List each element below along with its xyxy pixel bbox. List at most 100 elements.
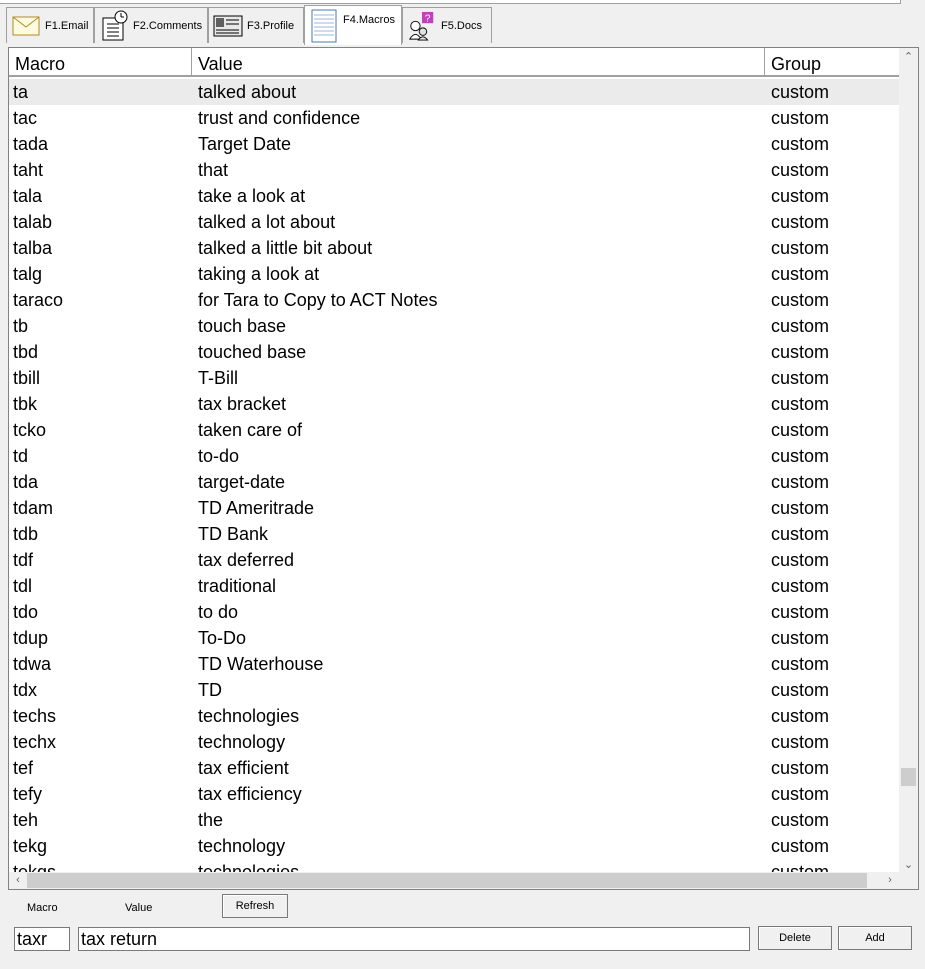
grid-header: Macro Value Group [9, 48, 899, 77]
top-edge [0, 0, 901, 4]
tab-docs[interactable]: ? F5.Docs [402, 7, 492, 43]
cell-macro: techx [13, 732, 57, 752]
cell-value: technologies [198, 706, 300, 726]
cell-macro: tbd [13, 342, 39, 362]
cell-value: tax deferred [198, 550, 295, 570]
column-header-group[interactable]: Group [765, 48, 899, 75]
table-row[interactable]: techx technology custom [9, 729, 899, 755]
table-row[interactable]: tdf tax deferred custom [9, 547, 899, 573]
scroll-right-icon[interactable]: › [881, 872, 899, 889]
table-row[interactable]: tada Target Date custom [9, 131, 899, 157]
cell-value: that [198, 160, 229, 180]
refresh-button[interactable]: Refresh [222, 894, 288, 918]
table-row[interactable]: tdup To-Do custom [9, 625, 899, 651]
cell-macro: tda [13, 472, 39, 492]
profile-card-icon [213, 11, 243, 41]
table-row[interactable]: tdb TD Bank custom [9, 521, 899, 547]
cell-macro: ta [13, 82, 29, 102]
cell-group: custom [771, 82, 830, 102]
cell-value: traditional [198, 576, 277, 596]
macro-input[interactable] [14, 927, 70, 951]
cell-value: talked a little bit about [198, 238, 373, 258]
cell-macro: talab [13, 212, 53, 232]
cell-value: tax efficiency [198, 784, 302, 804]
cell-value: TD Bank [198, 524, 269, 544]
table-row[interactable]: tala take a look at custom [9, 183, 899, 209]
cell-macro: tdf [13, 550, 34, 570]
macro-label: Macro [27, 902, 58, 914]
cell-value: touched base [198, 342, 307, 362]
horizontal-scrollbar[interactable]: ‹ › [9, 872, 899, 889]
table-row[interactable]: talba talked a little bit about custom [9, 235, 899, 261]
cell-value: tax efficient [198, 758, 289, 778]
table-row[interactable]: taht that custom [9, 157, 899, 183]
table-row[interactable]: tdx TD custom [9, 677, 899, 703]
table-row[interactable]: talab talked a lot about custom [9, 209, 899, 235]
table-row[interactable]: tekg technology custom [9, 833, 899, 859]
vertical-scrollbar[interactable]: ⌃ ⌄ [899, 48, 918, 874]
cell-group: custom [771, 134, 830, 154]
table-row[interactable]: tdl traditional custom [9, 573, 899, 599]
scroll-left-icon[interactable]: ‹ [9, 872, 27, 889]
table-row[interactable]: tdam TD Ameritrade custom [9, 495, 899, 521]
add-button[interactable]: Add [838, 926, 912, 950]
table-row[interactable]: tef tax efficient custom [9, 755, 899, 781]
cell-macro: taraco [13, 290, 64, 310]
cell-macro: teh [13, 810, 39, 830]
delete-button[interactable]: Delete [758, 926, 832, 950]
tab-profile[interactable]: F3.Profile [208, 7, 304, 43]
cell-macro: tefy [13, 784, 43, 804]
table-row[interactable]: tbk tax bracket custom [9, 391, 899, 417]
tab-email[interactable]: F1.Email [6, 7, 94, 43]
cell-macro: tcko [13, 420, 47, 440]
column-header-macro[interactable]: Macro [9, 48, 192, 75]
cell-macro: tac [13, 108, 38, 128]
cell-macro: tdwa [13, 654, 52, 674]
cell-value: talked about [198, 82, 297, 102]
cell-group: custom [771, 446, 830, 466]
column-header-value[interactable]: Value [192, 48, 765, 75]
table-row[interactable]: techs technologies custom [9, 703, 899, 729]
table-row[interactable]: tefy tax efficiency custom [9, 781, 899, 807]
table-row[interactable]: tdo to do custom [9, 599, 899, 625]
cell-group: custom [771, 394, 830, 414]
cell-group: custom [771, 732, 830, 752]
horizontal-scroll-thumb[interactable] [27, 873, 867, 888]
tab-profile-label: F3.Profile [247, 19, 295, 32]
cell-macro: td [13, 446, 29, 466]
cell-value: technology [198, 732, 286, 752]
value-label: Value [125, 902, 153, 914]
tab-email-label: F1.Email [45, 19, 89, 32]
macro-grid[interactable]: Macro Value Group ta talked about custom ta… [8, 47, 919, 890]
scroll-up-icon[interactable]: ⌃ [899, 48, 918, 66]
vertical-scroll-thumb[interactable] [901, 768, 916, 786]
cell-macro: tdup [13, 628, 49, 648]
table-row[interactable]: tcko taken care of custom [9, 417, 899, 443]
cell-group: custom [771, 784, 830, 804]
table-row[interactable]: tbill T-Bill custom [9, 365, 899, 391]
table-row[interactable]: tbd touched base custom [9, 339, 899, 365]
cell-group: custom [771, 628, 830, 648]
table-row[interactable]: teh the custom [9, 807, 899, 833]
cell-group: custom [771, 524, 830, 544]
table-row[interactable]: talg taking a look at custom [9, 261, 899, 287]
table-row[interactable]: td to-do custom [9, 443, 899, 469]
table-row[interactable]: tda target-date custom [9, 469, 899, 495]
table-row[interactable]: tdwa TD Waterhouse custom [9, 651, 899, 677]
value-input[interactable] [78, 927, 750, 951]
table-row[interactable]: ta talked about custom [9, 79, 899, 105]
envelope-icon [11, 11, 41, 41]
cell-group: custom [771, 758, 830, 778]
cell-group: custom [771, 836, 830, 856]
cell-value: T-Bill [198, 368, 238, 388]
table-row[interactable]: tac trust and confidence custom [9, 105, 899, 131]
table-row[interactable]: tb touch base custom [9, 313, 899, 339]
cell-value: take a look at [198, 186, 306, 206]
tab-comments-label: F2.Comments [133, 19, 203, 32]
tab-comments[interactable]: F2.Comments [94, 7, 208, 43]
table-row[interactable]: taraco for Tara to Copy to ACT Notes custo… [9, 287, 899, 313]
cell-group: custom [771, 186, 830, 206]
tab-macros[interactable]: F4.Macros [304, 5, 402, 45]
svg-text:?: ? [425, 13, 431, 24]
cell-macro: tdx [13, 680, 38, 700]
